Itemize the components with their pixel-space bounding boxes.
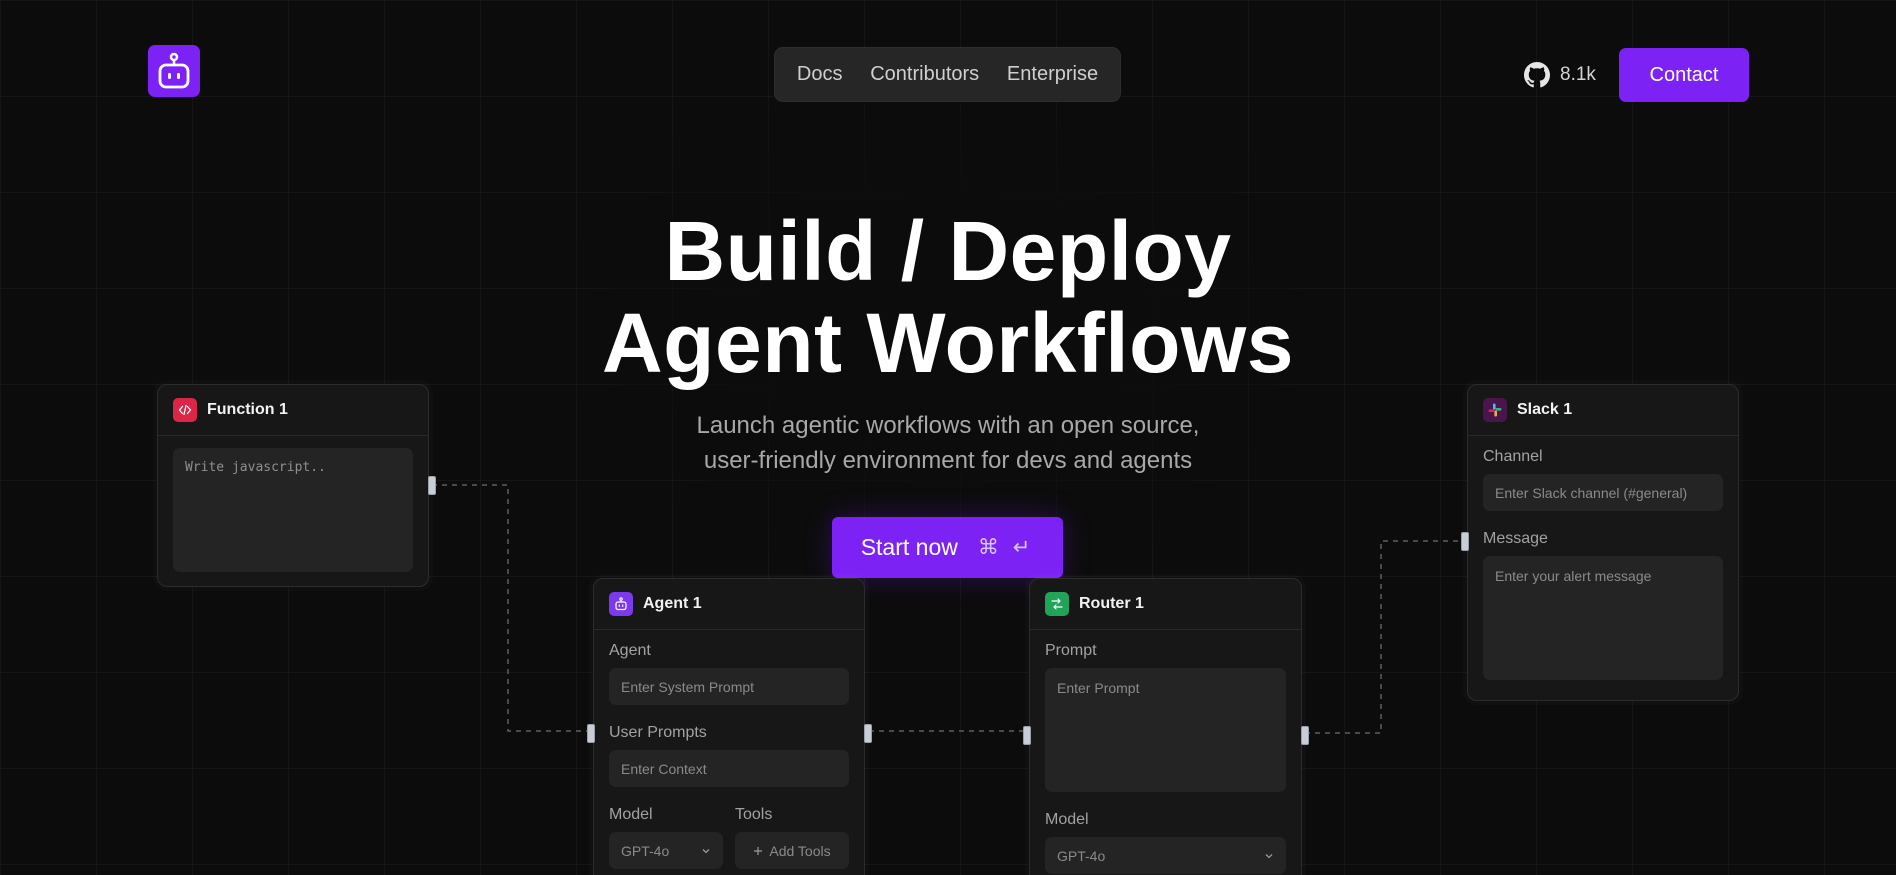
router-output-handle[interactable] (1301, 726, 1309, 745)
nav-enterprise-link[interactable]: Enterprise (999, 57, 1106, 92)
contact-button[interactable]: Contact (1619, 48, 1749, 102)
slack-message-placeholder: Enter your alert message (1495, 568, 1652, 584)
router-prompt-placeholder: Enter Prompt (1057, 680, 1140, 696)
chevron-down-icon (702, 848, 710, 853)
edge-router-to-slack (1305, 540, 1465, 734)
agent-node-title: Agent 1 (643, 595, 702, 612)
router-model-value: GPT-4o (1057, 847, 1106, 864)
hero-subtitle-line-2: user-friendly environment for devs and a… (703, 447, 1193, 474)
user-prompts-label: User Prompts (609, 724, 707, 741)
add-tools-label: Add Tools (769, 842, 831, 859)
slack-node-header[interactable]: Slack 1 (1468, 385, 1738, 436)
code-editor-input[interactable]: Write javascript.. (173, 448, 413, 572)
app-logo[interactable] (148, 45, 200, 97)
router-input-handle[interactable] (1023, 726, 1031, 745)
chevron-down-icon (1265, 853, 1273, 858)
hero-title: Build / Deploy Agent Workflows (548, 205, 1348, 389)
router-node-header[interactable]: Router 1 (1030, 579, 1301, 630)
code-icon (173, 398, 197, 422)
agent-node-header[interactable]: Agent 1 (594, 579, 864, 630)
robot-icon (158, 52, 190, 89)
edge-function-to-agent (432, 484, 590, 732)
router-model-label: Model (1045, 811, 1089, 828)
top-nav: Docs Contributors Enterprise (774, 47, 1121, 102)
agent-node[interactable]: Agent 1 Agent Enter System Prompt User P… (593, 578, 865, 875)
start-now-button[interactable]: Start now ⌘ ↵ (832, 517, 1063, 578)
context-placeholder: Enter Context (621, 760, 707, 777)
github-stars-link[interactable]: 8.1k (1524, 60, 1596, 90)
agent-field-label: Agent (609, 642, 651, 659)
add-tools-button[interactable]: Add Tools (735, 832, 849, 869)
code-editor-placeholder: Write javascript.. (185, 460, 326, 475)
channel-label: Channel (1483, 448, 1543, 465)
nav-docs-link[interactable]: Docs (789, 57, 851, 92)
slack-channel-placeholder: Enter Slack channel (#general) (1495, 484, 1688, 501)
tools-label: Tools (735, 806, 773, 823)
nav-contributors-link[interactable]: Contributors (862, 57, 987, 92)
slack-channel-input[interactable]: Enter Slack channel (#general) (1483, 474, 1723, 511)
keyboard-shortcut-hint: ⌘ ↵ (977, 536, 1035, 559)
route-icon (1045, 592, 1069, 616)
router-model-select[interactable]: GPT-4o (1045, 837, 1286, 874)
model-select-value: GPT-4o (621, 842, 670, 859)
system-prompt-input[interactable]: Enter System Prompt (609, 668, 849, 705)
plus-icon (754, 846, 763, 855)
hero-title-line-2: Agent Workflows (602, 296, 1294, 390)
slack-node-title: Slack 1 (1517, 401, 1573, 418)
function-output-handle[interactable] (428, 476, 436, 495)
system-prompt-placeholder: Enter System Prompt (621, 678, 755, 695)
slack-node[interactable]: Slack 1 Channel Enter Slack channel (#ge… (1467, 384, 1739, 701)
slack-message-input[interactable]: Enter your alert message (1483, 556, 1723, 680)
context-input[interactable]: Enter Context (609, 750, 849, 787)
start-now-label: Start now (860, 534, 958, 560)
function-node-title: Function 1 (207, 401, 288, 418)
router-node-title: Router 1 (1079, 595, 1144, 612)
agent-output-handle[interactable] (864, 724, 872, 743)
router-node[interactable]: Router 1 Prompt Enter Prompt Model GPT-4… (1029, 578, 1302, 875)
router-prompt-input[interactable]: Enter Prompt (1045, 668, 1286, 792)
slack-input-handle[interactable] (1461, 532, 1469, 551)
hero-subtitle-line-1: Launch agentic workflows with an open so… (696, 412, 1200, 439)
model-select[interactable]: GPT-4o (609, 832, 723, 869)
hero-title-line-1: Build / Deploy (664, 204, 1232, 298)
model-label: Model (609, 806, 653, 823)
robot-icon (609, 592, 633, 616)
function-node-header[interactable]: Function 1 (158, 385, 428, 436)
github-stars-count: 8.1k (1560, 64, 1596, 85)
function-node[interactable]: Function 1 Write javascript.. (157, 384, 429, 587)
hero-subtitle: Launch agentic workflows with an open so… (598, 408, 1298, 478)
agent-input-handle[interactable] (587, 724, 595, 743)
prompt-label: Prompt (1045, 642, 1097, 659)
message-label: Message (1483, 530, 1548, 547)
github-icon (1524, 62, 1550, 88)
slack-icon (1483, 398, 1507, 422)
